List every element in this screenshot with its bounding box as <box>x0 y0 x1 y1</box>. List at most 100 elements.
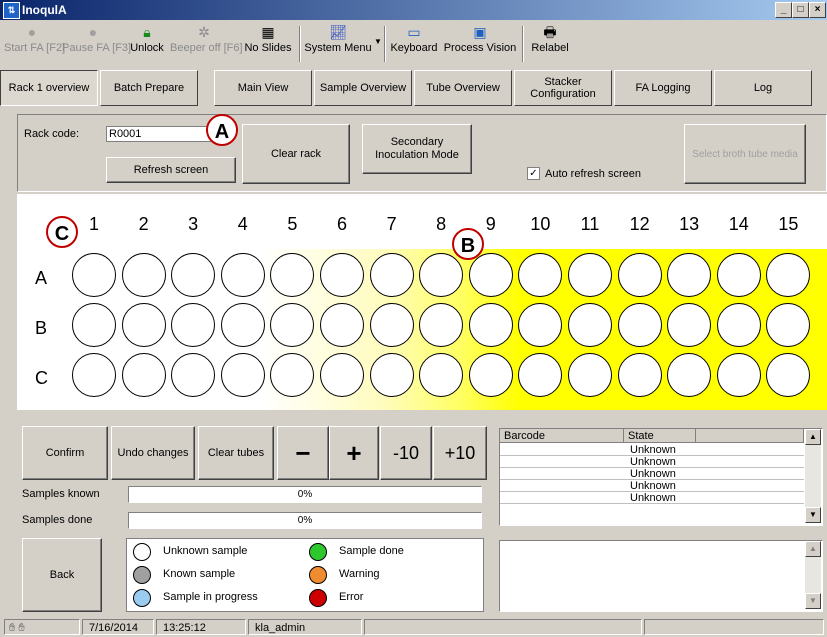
tube-grid-state-cell[interactable]: Unknown <box>624 480 696 492</box>
well-b11[interactable] <box>568 303 612 347</box>
well-b3[interactable] <box>171 303 216 347</box>
tube-grid-state-cell[interactable]: Unknown <box>624 456 696 468</box>
decrement-button[interactable]: − <box>277 426 329 480</box>
tab-tube-overview[interactable]: Tube Overview <box>414 70 512 106</box>
well-c13[interactable] <box>667 353 712 397</box>
well-b13[interactable] <box>667 303 712 347</box>
well-c1[interactable] <box>72 353 116 397</box>
well-c4[interactable] <box>220 353 265 397</box>
well-a11[interactable] <box>568 253 612 297</box>
tab-main-view[interactable]: Main View <box>214 70 312 106</box>
secondary-inoculation-mode-button[interactable]: Secondary Inoculation Mode <box>362 124 472 174</box>
well-a5[interactable] <box>270 253 315 297</box>
scroll-down-arrow-icon[interactable]: ▼ <box>805 507 821 523</box>
well-b10[interactable] <box>518 303 563 347</box>
well-c12[interactable] <box>617 353 662 397</box>
start-fa-button[interactable]: ● Start FA [F2] <box>4 20 65 66</box>
minimize-button[interactable]: _ <box>775 2 792 18</box>
tab-stacker-configuration[interactable]: Stacker Configuration <box>514 70 612 106</box>
well-a7[interactable] <box>369 253 414 297</box>
well-c14[interactable] <box>716 353 761 397</box>
system-menu-dropdown[interactable]: ▼ <box>374 20 382 66</box>
tube-grid-barcode-cell[interactable] <box>500 492 624 504</box>
close-button[interactable]: × <box>809 2 826 18</box>
refresh-screen-button[interactable]: Refresh screen <box>106 157 236 183</box>
unlock-button[interactable]: 🔒︎ Unlock <box>126 20 168 66</box>
well-c9[interactable] <box>468 353 513 397</box>
maximize-button[interactable]: □ <box>792 2 809 18</box>
well-a3[interactable] <box>171 253 216 297</box>
well-a13[interactable] <box>667 253 712 297</box>
tab-batch-prepare[interactable]: Batch Prepare <box>100 70 198 106</box>
well-b2[interactable] <box>121 303 166 347</box>
tab-sample-overview[interactable]: Sample Overview <box>314 70 412 106</box>
log-scroll-up-arrow-icon[interactable]: ▲ <box>805 541 821 557</box>
well-a9[interactable] <box>468 253 513 297</box>
rack-code-input[interactable] <box>106 126 212 142</box>
well-b7[interactable] <box>369 303 414 347</box>
well-c3[interactable] <box>171 353 216 397</box>
state-column-header[interactable]: State <box>624 429 696 443</box>
well-c10[interactable] <box>518 353 563 397</box>
no-slides-button[interactable]: ▦ No Slides <box>240 20 296 66</box>
undo-changes-button[interactable]: Undo changes <box>111 426 195 480</box>
well-b1[interactable] <box>72 303 116 347</box>
increment-button[interactable]: + <box>329 426 379 480</box>
well-a14[interactable] <box>716 253 761 297</box>
tube-grid[interactable]: Barcode State Unknown Unknown Unknown Unkno… <box>499 428 823 526</box>
well-b8[interactable] <box>419 303 464 347</box>
well-c2[interactable] <box>121 353 166 397</box>
well-b15[interactable] <box>766 303 811 347</box>
well-c15[interactable] <box>766 353 811 397</box>
tube-grid-state-cell[interactable]: Unknown <box>624 468 696 480</box>
well-b9[interactable] <box>468 303 513 347</box>
well-b12[interactable] <box>617 303 662 347</box>
confirm-button[interactable]: Confirm <box>22 426 108 480</box>
well-c8[interactable] <box>419 353 464 397</box>
tube-grid-barcode-cell[interactable] <box>500 444 624 456</box>
process-vision-button[interactable]: ▣ Process Vision <box>442 20 518 66</box>
well-a6[interactable] <box>320 253 364 297</box>
barcode-column-header[interactable]: Barcode <box>500 429 624 443</box>
clear-rack-button[interactable]: Clear rack <box>242 124 350 184</box>
tube-grid-barcode-cell[interactable] <box>500 480 624 492</box>
relabel-button[interactable]: 🖶︎ Relabel <box>528 20 572 66</box>
tube-grid-scrollbar[interactable]: ▲ ▼ <box>805 429 821 523</box>
well-b14[interactable] <box>716 303 761 347</box>
well-a4[interactable] <box>220 253 265 297</box>
well-a2[interactable] <box>121 253 166 297</box>
well-a1[interactable] <box>72 253 116 297</box>
well-c6[interactable] <box>320 353 364 397</box>
keyboard-button[interactable]: ▭ Keyboard <box>388 20 440 66</box>
tube-grid-state-cell[interactable]: Unknown <box>624 492 696 504</box>
log-scrollbar[interactable]: ▲ ▼ <box>805 541 821 609</box>
scroll-up-arrow-icon[interactable]: ▲ <box>805 429 821 445</box>
tab-fa-logging[interactable]: FA Logging <box>614 70 712 106</box>
well-a12[interactable] <box>617 253 662 297</box>
log-textbox[interactable]: ▲ ▼ <box>499 540 823 612</box>
tab-log[interactable]: Log <box>714 70 812 106</box>
tube-grid-state-cell[interactable]: Unknown <box>624 444 696 456</box>
tube-grid-barcode-cell[interactable] <box>500 468 624 480</box>
select-broth-tube-media-button[interactable]: Select broth tube media <box>684 124 806 184</box>
well-a10[interactable] <box>518 253 563 297</box>
well-a15[interactable] <box>766 253 811 297</box>
well-a8[interactable] <box>419 253 464 297</box>
clear-tubes-button[interactable]: Clear tubes <box>198 426 274 480</box>
increment-10-button[interactable]: +10 <box>433 426 487 480</box>
auto-refresh-checkbox[interactable]: ✓ <box>527 167 540 180</box>
well-c11[interactable] <box>568 353 612 397</box>
well-b5[interactable] <box>270 303 315 347</box>
beeper-off-button[interactable]: ✲ Beeper off [F6] <box>170 20 243 66</box>
tube-grid-barcode-cell[interactable] <box>500 456 624 468</box>
system-menu-button[interactable]: 📈︎ System Menu <box>303 20 373 66</box>
well-c7[interactable] <box>369 353 414 397</box>
well-b6[interactable] <box>320 303 364 347</box>
pause-fa-button[interactable]: ● Pause FA [F3] <box>62 20 131 66</box>
tab-rack-1-overview[interactable]: Rack 1 overview <box>0 70 98 106</box>
log-scroll-down-arrow-icon[interactable]: ▼ <box>805 593 821 609</box>
well-c5[interactable] <box>270 353 315 397</box>
decrement-10-button[interactable]: -10 <box>380 426 432 480</box>
back-button[interactable]: Back <box>22 538 102 612</box>
well-b4[interactable] <box>220 303 265 347</box>
